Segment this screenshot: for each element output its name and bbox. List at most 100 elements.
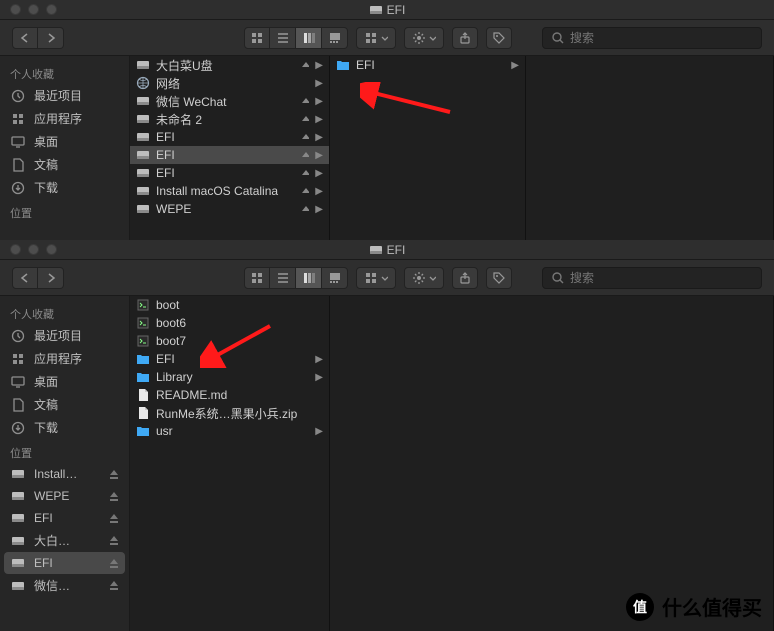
file-row[interactable]: EFI▶ <box>130 164 329 182</box>
sidebar-item[interactable]: EFI <box>0 507 129 529</box>
desktop-icon <box>10 374 26 390</box>
search-field[interactable]: 搜索 <box>542 27 762 49</box>
eject-icon[interactable] <box>107 489 119 504</box>
file-row[interactable]: Library▶ <box>130 368 329 386</box>
sidebar-item[interactable]: 文稿 <box>0 153 129 176</box>
action-button[interactable] <box>404 27 444 49</box>
titlebar[interactable]: EFI <box>0 0 774 20</box>
eject-icon[interactable] <box>299 59 309 72</box>
window-title: EFI <box>0 243 774 257</box>
column-2[interactable]: EFI▶ <box>330 56 526 240</box>
forward-button[interactable] <box>38 27 64 49</box>
icon-view-button[interactable] <box>244 27 270 49</box>
file-row[interactable]: boot <box>130 296 329 314</box>
watermark: 值 什么值得买 <box>626 592 762 621</box>
sidebar-item[interactable]: WEPE <box>0 485 129 507</box>
eject-icon[interactable] <box>299 167 309 180</box>
file-row[interactable]: EFI▶ <box>330 56 525 74</box>
zoom-button[interactable] <box>46 4 57 15</box>
file-row[interactable]: usr▶ <box>130 422 329 440</box>
column-1[interactable]: 大白菜U盘▶网络▶微信 WeChat▶未命名 2▶EFI▶EFI▶EFI▶Ins… <box>130 56 330 240</box>
view-buttons <box>244 267 348 289</box>
gallery-view-button[interactable] <box>322 27 348 49</box>
chevron-right-icon: ▶ <box>315 114 323 125</box>
close-button[interactable] <box>10 244 21 255</box>
column-3[interactable] <box>526 56 774 240</box>
sidebar-item[interactable]: 下载 <box>0 176 129 199</box>
column-view-button[interactable] <box>296 27 322 49</box>
eject-icon[interactable] <box>299 185 309 198</box>
icon-view-button[interactable] <box>244 267 270 289</box>
sidebar-item[interactable]: 微信… <box>0 574 129 597</box>
file-name: EFI <box>156 148 293 162</box>
group-button[interactable] <box>356 267 396 289</box>
eject-icon[interactable] <box>299 131 309 144</box>
search-icon <box>551 31 564 44</box>
sidebar-item[interactable]: 最近项目 <box>0 324 129 347</box>
action-button[interactable] <box>404 267 444 289</box>
file-row[interactable]: EFI▶ <box>130 350 329 368</box>
file-row[interactable]: Install macOS Catalina▶ <box>130 182 329 200</box>
file-row[interactable]: README.md <box>130 386 329 404</box>
clock-icon <box>10 88 26 104</box>
sidebar-item[interactable]: 下载 <box>0 416 129 439</box>
close-button[interactable] <box>10 4 21 15</box>
chevron-right-icon: ▶ <box>511 60 519 71</box>
sidebar-item-label: 下载 <box>34 179 119 196</box>
gallery-view-button[interactable] <box>322 267 348 289</box>
share-button[interactable] <box>452 27 478 49</box>
group-button[interactable] <box>356 27 396 49</box>
file-row[interactable]: 大白菜U盘▶ <box>130 56 329 74</box>
toolbar: 搜索 <box>0 260 774 296</box>
file-row[interactable]: EFI▶ <box>130 146 329 164</box>
file-row[interactable]: 微信 WeChat▶ <box>130 92 329 110</box>
sidebar-item-label: 微信… <box>34 577 99 594</box>
eject-icon[interactable] <box>107 578 119 593</box>
sidebar-item[interactable]: 桌面 <box>0 370 129 393</box>
forward-button[interactable] <box>38 267 64 289</box>
file-row[interactable]: boot6 <box>130 314 329 332</box>
back-button[interactable] <box>12 267 38 289</box>
file-row[interactable]: EFI▶ <box>130 128 329 146</box>
eject-icon[interactable] <box>299 203 309 216</box>
sidebar-item[interactable]: 最近项目 <box>0 84 129 107</box>
list-view-button[interactable] <box>270 27 296 49</box>
file-row[interactable]: RunMe系统…黑果小兵.zip <box>130 404 329 422</box>
back-button[interactable] <box>12 27 38 49</box>
file-row[interactable]: boot7 <box>130 332 329 350</box>
column-2[interactable] <box>330 296 774 631</box>
column-1[interactable]: boot boot6boot7EFI▶Library▶README.mdRunMe… <box>130 296 330 631</box>
zoom-button[interactable] <box>46 244 57 255</box>
minimize-button[interactable] <box>28 244 39 255</box>
eject-icon[interactable] <box>107 533 119 548</box>
sidebar-item[interactable]: 应用程序 <box>0 347 129 370</box>
eject-icon[interactable] <box>107 511 119 526</box>
toolbar: 搜索 <box>0 20 774 56</box>
file-row[interactable]: 未命名 2▶ <box>130 110 329 128</box>
tags-button[interactable] <box>486 267 512 289</box>
sidebar-item-label: WEPE <box>34 489 99 503</box>
tags-button[interactable] <box>486 27 512 49</box>
sidebar-item[interactable]: EFI <box>4 552 125 574</box>
file-name: boot <box>156 298 323 312</box>
eject-icon[interactable] <box>299 95 309 108</box>
titlebar[interactable]: EFI <box>0 240 774 260</box>
eject-icon[interactable] <box>299 149 309 162</box>
eject-icon[interactable] <box>299 113 309 126</box>
share-button[interactable] <box>452 267 478 289</box>
sidebar-item[interactable]: 桌面 <box>0 130 129 153</box>
column-view-button[interactable] <box>296 267 322 289</box>
list-view-button[interactable] <box>270 267 296 289</box>
minimize-button[interactable] <box>28 4 39 15</box>
eject-icon[interactable] <box>107 556 119 571</box>
sidebar-item[interactable]: 大白… <box>0 529 129 552</box>
sidebar-item-label: 应用程序 <box>34 110 119 127</box>
eject-icon[interactable] <box>107 467 119 482</box>
search-field[interactable]: 搜索 <box>542 267 762 289</box>
sidebar-item[interactable]: 文稿 <box>0 393 129 416</box>
sidebar-item[interactable]: 应用程序 <box>0 107 129 130</box>
file-row[interactable]: 网络▶ <box>130 74 329 92</box>
file-row[interactable]: WEPE▶ <box>130 200 329 218</box>
chevron-right-icon: ▶ <box>315 78 323 89</box>
sidebar-item[interactable]: Install… <box>0 463 129 485</box>
